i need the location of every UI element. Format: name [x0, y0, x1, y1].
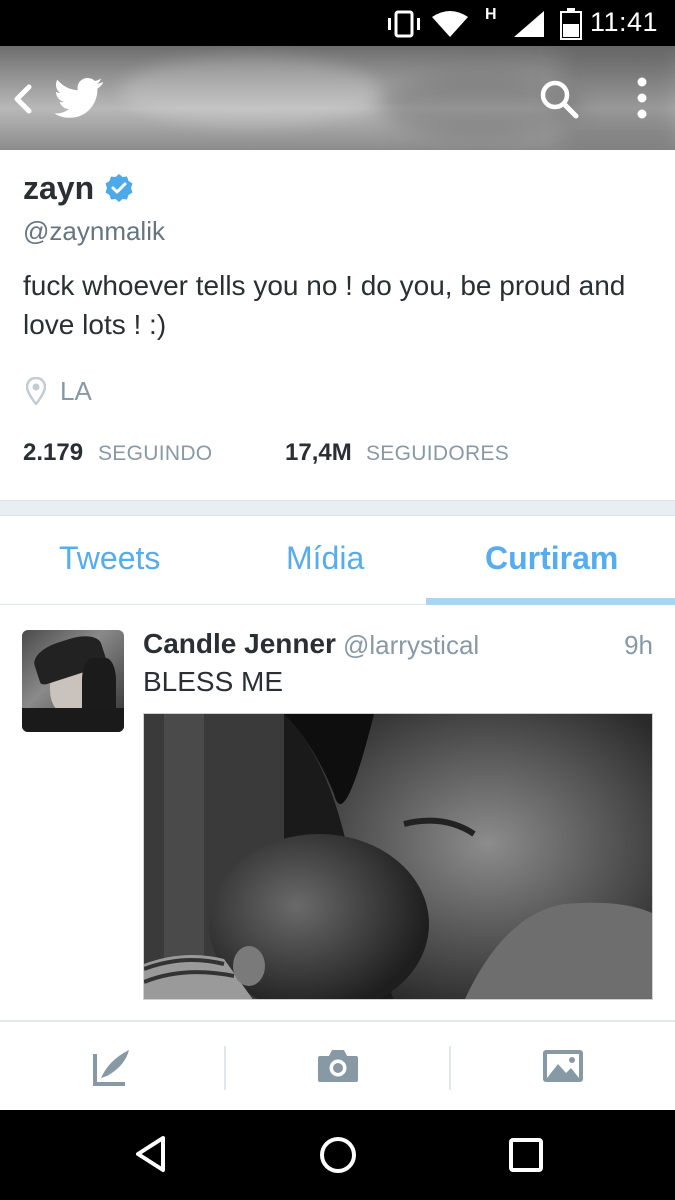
search-icon[interactable] [538, 78, 580, 120]
nav-recents-icon[interactable] [508, 1137, 544, 1173]
battery-icon [560, 8, 582, 40]
wifi-icon [432, 11, 468, 37]
active-tab-indicator [426, 598, 675, 605]
network-type-label: H [485, 6, 497, 23]
verified-badge-icon [105, 174, 133, 202]
tab-likes[interactable]: Curtiram [485, 540, 618, 577]
profile-info: zayn @zaynmalik fuck whoever tells you n… [0, 150, 675, 500]
nav-home-icon[interactable] [318, 1135, 358, 1175]
followers-label[interactable]: SEGUIDORES [366, 442, 509, 466]
profile-tabs: Tweets Mídia Curtiram [0, 516, 675, 605]
tab-tweets[interactable]: Tweets [59, 540, 160, 577]
twitter-bird-icon[interactable] [55, 76, 105, 118]
following-count[interactable]: 2.179 [23, 439, 83, 467]
vibrate-icon [388, 10, 420, 38]
android-navigation-bar [0, 1110, 675, 1200]
tab-media[interactable]: Mídia [286, 540, 364, 577]
tweet-media-photo[interactable] [143, 713, 653, 1000]
nav-back-icon[interactable] [133, 1134, 169, 1174]
profile-bio: fuck whoever tells you no ! do you, be p… [23, 270, 626, 340]
profile-header-banner [0, 46, 675, 150]
compose-toolbar [0, 1020, 675, 1110]
tweet-timestamp: 9h [624, 630, 653, 660]
camera-icon[interactable] [316, 1048, 360, 1084]
tweet-author-handle[interactable]: @larrystical [343, 630, 479, 661]
section-divider [0, 500, 675, 516]
gallery-icon[interactable] [541, 1048, 585, 1084]
profile-name: zayn [23, 170, 95, 206]
clock: 11:41 [589, 7, 658, 37]
back-icon[interactable] [12, 84, 34, 114]
tweet-author-name[interactable]: Candle Jenner [143, 628, 336, 660]
compose-icon[interactable] [91, 1046, 133, 1088]
status-bar: H 11:41 [0, 0, 675, 46]
tweet-text: BLESS ME [143, 666, 284, 697]
followers-count[interactable]: 17,4M [285, 439, 352, 467]
following-label[interactable]: SEGUINDO [98, 442, 212, 466]
overflow-menu-icon[interactable] [636, 76, 648, 120]
signal-icon [514, 11, 544, 37]
tweet-item[interactable]: Candle Jenner @larrystical 9h BLESS ME [0, 606, 675, 1020]
location-pin-icon [26, 377, 46, 405]
profile-handle: @zaynmalik [23, 216, 165, 246]
photo-image [144, 714, 652, 999]
tweet-author-avatar[interactable] [22, 630, 124, 732]
profile-location: LA [60, 376, 92, 406]
